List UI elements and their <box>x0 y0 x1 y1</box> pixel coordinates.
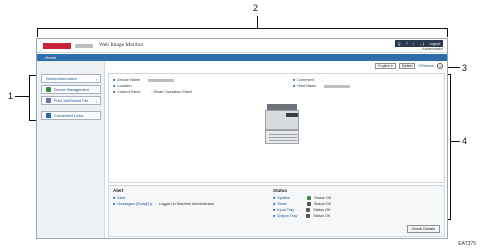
bracket-right <box>450 74 451 220</box>
bracket-top <box>37 28 448 29</box>
breadcrumb[interactable]: - Home <box>43 55 56 60</box>
device-name-row: ■ Device Name <box>113 78 175 82</box>
control-panel-row: ■ Control Panel : Smart Operation Panel <box>113 90 193 94</box>
figure-code: EAT375 <box>458 241 476 247</box>
switch-button[interactable]: Switch <box>398 63 416 69</box>
search-icon[interactable]: Q <box>398 42 401 46</box>
app-header: Web Image Monitor Q ? i →] Logout Admini… <box>37 39 447 53</box>
callout-2: 2 <box>253 3 259 13</box>
sidebar-item-status-information[interactable]: Status/Information › <box>41 74 101 83</box>
help-icon[interactable]: ? <box>437 63 443 69</box>
status-row-system[interactable]: ■ System Status OK <box>273 196 331 200</box>
header-icon-bar: Q ? i →] Logout <box>395 40 443 47</box>
sidebar: Status/Information › Device Management P… <box>37 61 105 238</box>
model-name <box>75 44 93 48</box>
location-row: ■ Location <box>113 84 132 88</box>
bracket-tick <box>29 120 36 121</box>
bracket-tick <box>447 28 448 37</box>
sidebar-item-print-job[interactable]: Print Job/Stored File › <box>41 96 101 105</box>
bracket-left <box>29 75 30 121</box>
language-select[interactable]: English ▾ <box>375 63 396 69</box>
link-icon <box>46 113 51 118</box>
alert-status-panel: Alert ■ Alert ■ Messages (Show[1]) Logged … <box>108 185 445 237</box>
chevron-right-icon: › <box>95 77 97 82</box>
leader-line <box>257 16 258 28</box>
status-title: Status <box>273 188 288 193</box>
breadcrumb-bar: - Home <box>37 54 447 61</box>
chevron-right-icon: › <box>95 99 97 104</box>
toner-icon <box>306 202 311 206</box>
sidebar-item-label: Convenient Links <box>54 113 84 118</box>
sidebar-item-label: Status/Information <box>46 76 77 81</box>
callout-3: 3 <box>462 63 468 73</box>
device-info-panel: ■ Device Name ■ Location ■ Control Panel : … <box>108 73 445 183</box>
alert-row[interactable]: ■ Alert <box>113 196 125 200</box>
printer-image <box>265 104 299 144</box>
status-row-output-tray[interactable]: ■ Output Tray Status OK <box>273 214 331 218</box>
output-tray-icon <box>306 214 311 218</box>
print-icon <box>46 98 51 103</box>
logout-link[interactable]: Logout <box>429 42 440 46</box>
bracket-tick <box>29 75 36 76</box>
sidebar-item-label: Print Job/Stored File <box>54 98 89 103</box>
messages-row[interactable]: ■ Messages (Show[1]) Logged in Machine Ad… <box>113 202 214 206</box>
user-name: Administrator <box>422 47 443 51</box>
logout-icon[interactable]: →] <box>420 42 424 46</box>
toolbar: English ▾ Switch ⟳Refresh ? <box>375 63 443 69</box>
bracket-tick <box>37 28 38 37</box>
input-tray-icon <box>306 208 311 212</box>
help-icon[interactable]: ? <box>406 42 408 46</box>
sidebar-item-device-management[interactable]: Device Management <box>41 85 101 94</box>
status-row-input-tray[interactable]: ■ Input Tray Status OK <box>273 208 331 212</box>
sidebar-item-convenient-links[interactable]: Convenient Links <box>41 111 101 120</box>
leader-line <box>451 141 460 142</box>
status-row-toner[interactable]: ■ Toner Status OK <box>273 202 331 206</box>
main-content: English ▾ Switch ⟳Refresh ? ■ Device Name… <box>106 61 447 238</box>
web-image-monitor-window: Web Image Monitor Q ? i →] Logout Admini… <box>36 38 448 239</box>
app-title: Web Image Monitor <box>99 42 144 48</box>
gear-icon <box>46 87 51 92</box>
refresh-link[interactable]: ⟳Refresh <box>418 64 434 68</box>
sidebar-item-label: Device Management <box>54 87 89 92</box>
host-name-row: ■ Host Name <box>293 84 351 88</box>
leader-line <box>15 96 29 97</box>
callout-4: 4 <box>462 136 468 146</box>
info-icon[interactable]: i <box>413 42 414 46</box>
comment-row: ■ Comment : <box>293 78 324 82</box>
status-ok-icon <box>307 196 312 200</box>
callout-1: 1 <box>8 91 14 101</box>
check-details-button[interactable]: Check Details <box>406 225 440 233</box>
brand-logo <box>43 43 71 49</box>
alert-title: Alert <box>113 188 124 193</box>
